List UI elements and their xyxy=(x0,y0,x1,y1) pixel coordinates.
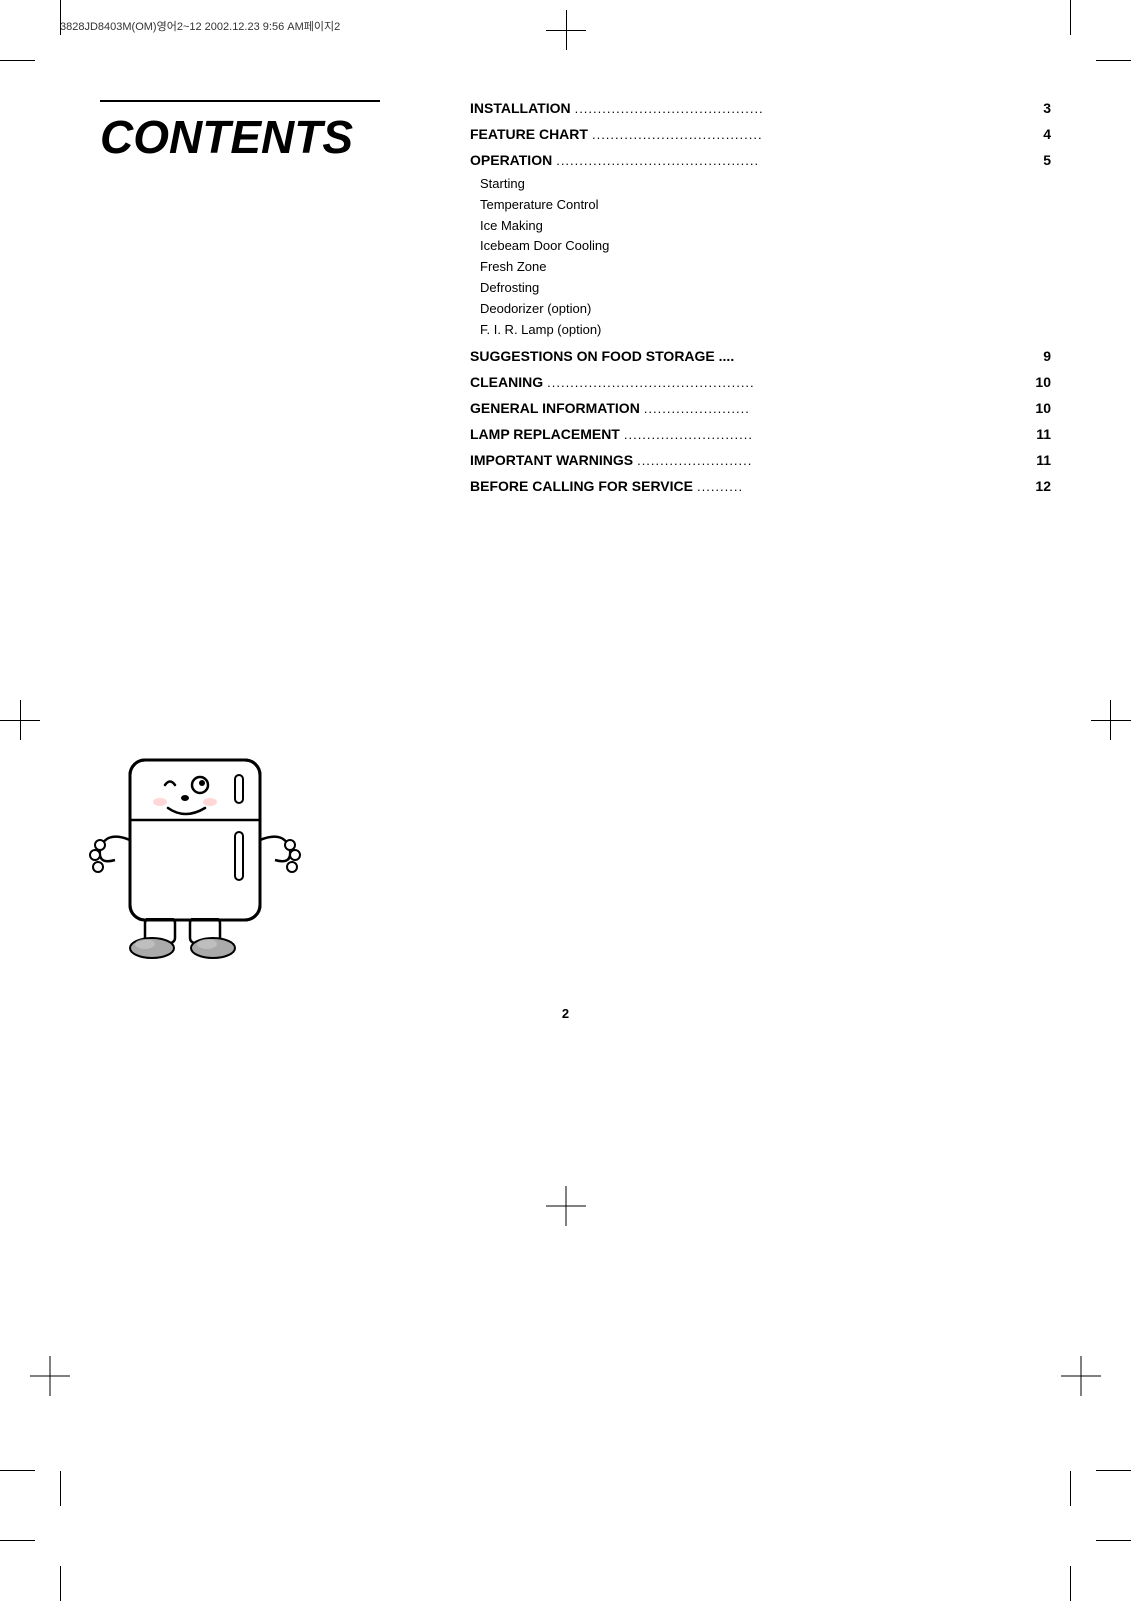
crosshair-bottom-right-icon xyxy=(1061,1356,1101,1401)
toc-title-feature-chart: FEATURE CHART xyxy=(470,126,588,142)
toc-page-operation: 5 xyxy=(1031,152,1051,168)
toc-page-feature-chart: 4 xyxy=(1031,126,1051,142)
toc-title-suggestions: SUGGESTIONS ON FOOD STORAGE .... xyxy=(470,348,734,364)
crosshair-bottom-left-icon xyxy=(30,1356,70,1401)
toc-page-general-info: 10 xyxy=(1031,400,1051,416)
toc-dots-operation: ........................................… xyxy=(556,153,1027,168)
trim-mark-br-v xyxy=(1070,1566,1071,1601)
toc-title-installation: INSTALLATION xyxy=(470,100,571,116)
toc-title-cleaning: CLEANING xyxy=(470,374,543,390)
sub-entry-icebeam: Icebeam Door Cooling xyxy=(480,236,1051,257)
toc-entry-feature-chart: FEATURE CHART ..........................… xyxy=(470,126,1051,142)
mascot-illustration xyxy=(80,730,360,1010)
sub-entry-temp-control: Temperature Control xyxy=(480,195,1051,216)
toc-title-important-warnings: IMPORTANT WARNINGS xyxy=(470,452,633,468)
trim-mark-tr-h xyxy=(1096,60,1131,61)
toc-title-operation: OPERATION xyxy=(470,152,552,168)
trim-mark-br-h xyxy=(1096,1540,1131,1541)
toc-dots-general-info: ....................... xyxy=(644,401,1027,416)
toc-dots-installation: ........................................… xyxy=(575,101,1027,116)
toc-entry-lamp-replacement: LAMP REPLACEMENT .......................… xyxy=(470,426,1051,442)
toc-page-cleaning: 10 xyxy=(1031,374,1051,390)
toc-page-installation: 3 xyxy=(1031,100,1051,116)
toc-title-general-info: GENERAL INFORMATION xyxy=(470,400,640,416)
main-content: CONTENTS INSTALLATION ..................… xyxy=(100,100,1051,504)
trim-mark-bottom-left-v xyxy=(60,1471,61,1506)
contents-title: CONTENTS xyxy=(100,114,440,160)
toc-entry-suggestions: SUGGESTIONS ON FOOD STORAGE .... 9 xyxy=(470,348,1051,364)
toc-dots-before-calling: .......... xyxy=(697,479,1027,494)
trim-mark-bottom-right-v xyxy=(1070,1471,1071,1506)
toc-page-before-calling: 12 xyxy=(1031,478,1051,494)
trim-mark-bottom-right-h xyxy=(1096,1470,1131,1471)
divider-line xyxy=(100,100,380,102)
trim-mark-tl-v xyxy=(60,0,61,35)
trim-mark-tr-v xyxy=(1070,0,1071,35)
toc-title-before-calling: BEFORE CALLING FOR SERVICE xyxy=(470,478,693,494)
toc-sub-entries-operation: Starting Temperature Control Ice Making … xyxy=(480,174,1051,340)
trim-mark-bl-h xyxy=(0,1540,35,1541)
toc-entry-installation: INSTALLATION ...........................… xyxy=(470,100,1051,116)
toc-page-lamp-replacement: 11 xyxy=(1031,426,1051,442)
toc-section: INSTALLATION ...........................… xyxy=(440,100,1051,504)
sub-entry-defrosting: Defrosting xyxy=(480,278,1051,299)
left-column: CONTENTS xyxy=(100,100,440,504)
toc-entry-operation: OPERATION ..............................… xyxy=(470,152,1051,340)
page-number: 2 xyxy=(562,1006,569,1021)
page-container: 3828JD8403M(OM)영어2~12 2002.12.23 9:56 AM… xyxy=(0,0,1131,1601)
toc-entry-important-warnings: IMPORTANT WARNINGS .....................… xyxy=(470,452,1051,468)
toc-dots-important-warnings: ......................... xyxy=(637,453,1027,468)
sub-entry-ice-making: Ice Making xyxy=(480,216,1051,237)
refrigerator-mascot-svg xyxy=(80,730,320,990)
toc-dots-feature-chart: ..................................... xyxy=(592,127,1027,142)
trim-mark-bottom-left-h xyxy=(0,1470,35,1471)
toc-dots-lamp-replacement: ............................ xyxy=(624,427,1027,442)
sub-entry-starting: Starting xyxy=(480,174,1051,195)
trim-mark-tl-h xyxy=(0,60,35,61)
trim-mark-bl-v xyxy=(60,1566,61,1601)
toc-dots-cleaning: ........................................… xyxy=(547,375,1027,390)
crosshair-bottom-icon xyxy=(546,1186,586,1231)
toc-entry-before-calling: BEFORE CALLING FOR SERVICE .......... 12 xyxy=(470,478,1051,494)
toc-page-suggestions: 9 xyxy=(1031,348,1051,364)
toc-page-important-warnings: 11 xyxy=(1031,452,1051,468)
sub-entry-deodorizer: Deodorizer (option) xyxy=(480,299,1051,320)
toc-entry-general-info: GENERAL INFORMATION ....................… xyxy=(470,400,1051,416)
sub-entry-fir-lamp: F. I. R. Lamp (option) xyxy=(480,320,1051,341)
sub-entry-fresh-zone: Fresh Zone xyxy=(480,257,1051,278)
file-header: 3828JD8403M(OM)영어2~12 2002.12.23 9:56 AM… xyxy=(60,18,340,34)
toc-entry-cleaning: CLEANING ...............................… xyxy=(470,374,1051,390)
toc-title-lamp-replacement: LAMP REPLACEMENT xyxy=(470,426,620,442)
